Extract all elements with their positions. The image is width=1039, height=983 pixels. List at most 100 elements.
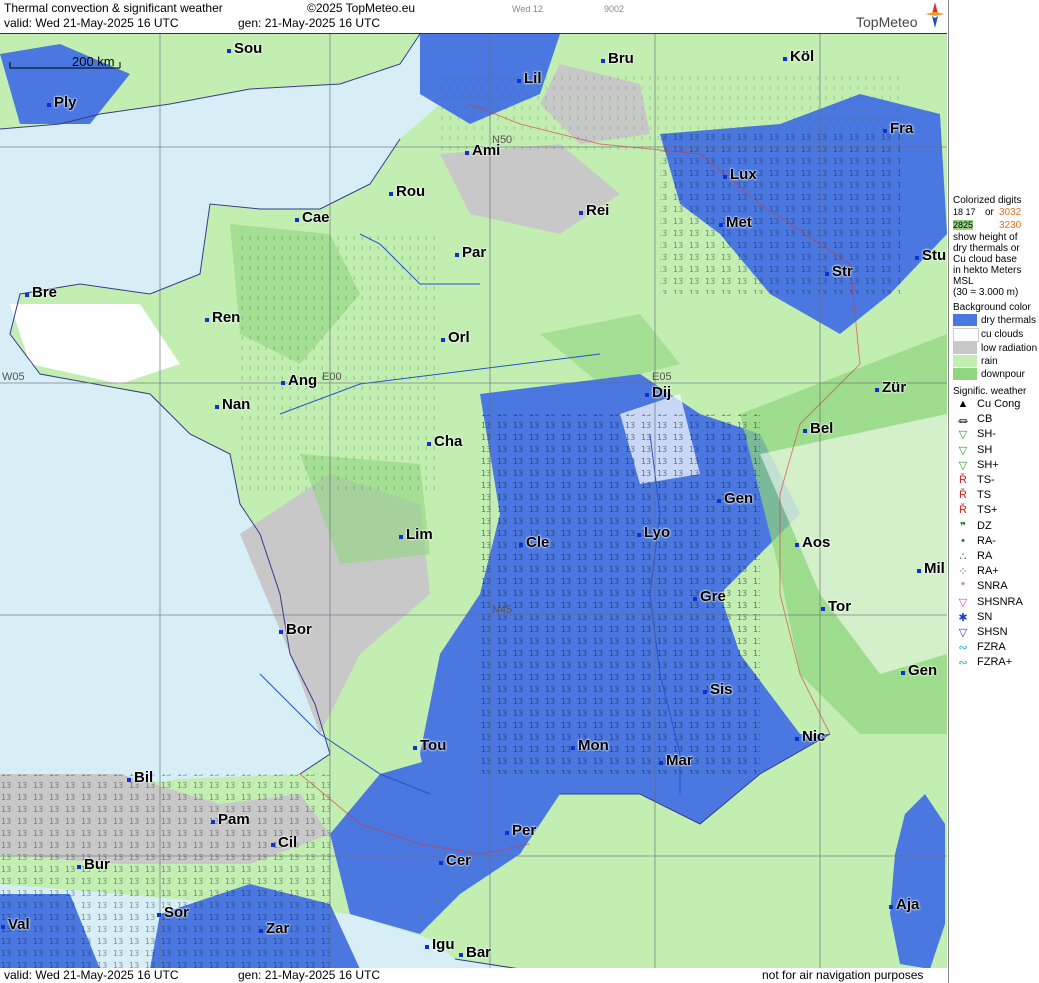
city-label: Bil — [126, 769, 154, 786]
swatch-low-radiation — [953, 342, 977, 354]
legend-explanation-2: dry thermals or — [953, 243, 1020, 254]
disclaimer: not for air navigation purposes — [762, 968, 924, 982]
footer-valid-time: valid: Wed 21-May-2025 16 UTC — [4, 968, 179, 982]
city-label: Cil — [270, 834, 298, 851]
weather-symbol-icon: ▽ — [958, 444, 968, 457]
weather-symbol-icon: ▽ — [958, 596, 968, 609]
city-label: Cle — [518, 534, 550, 551]
city-label: Aja — [888, 896, 920, 913]
weather-symbol-label: FZRA+ — [977, 656, 1013, 669]
weather-symbol-label: TS- — [977, 474, 995, 486]
legend-or: or — [985, 207, 994, 218]
city-label: Bor — [279, 621, 312, 638]
city-label: Val — [1, 916, 30, 933]
legend-colorized-title: Colorized digits — [953, 195, 1022, 206]
weather-symbol-icon: Ř — [959, 489, 967, 502]
city-label: Gre — [693, 588, 726, 605]
city-label: Str — [825, 263, 853, 280]
run-label: Wed 12 — [512, 4, 543, 14]
grid-label-w05: W05 — [2, 371, 25, 383]
city-label: Igu — [425, 936, 455, 953]
city-label: Bel — [802, 420, 834, 437]
city-label: Rou — [388, 183, 426, 200]
weather-symbol-label: SHSNRA — [977, 595, 1023, 608]
weather-symbol-icon: ∾ — [958, 657, 968, 670]
weather-symbol-label: SH+ — [977, 458, 999, 471]
city-label: Bre — [24, 284, 58, 301]
city-label: Cer — [438, 852, 472, 869]
legend-explanation-3: Cu cloud base — [953, 254, 1017, 265]
weather-symbol-label: RA — [977, 550, 993, 562]
legend-weather-title: Signific. weather — [953, 386, 1027, 397]
weather-symbol-label: SNRA — [977, 580, 1008, 593]
city-label: Lim — [399, 526, 433, 543]
legend-panel: Colorized digits 18 17 or 3032 2825 3230… — [948, 0, 1039, 983]
city-label: Nic — [794, 728, 826, 745]
city-label: Tou — [412, 737, 447, 754]
weather-symbol-label: SHSN — [977, 626, 1008, 638]
weather-symbol-label: TS+ — [977, 504, 998, 517]
weather-symbol-icon: Ř — [959, 504, 967, 517]
weather-symbol-icon: ▲ — [957, 398, 969, 410]
swatch-label: low radiation — [981, 343, 1038, 354]
city-label: Zür — [874, 379, 907, 396]
city-label: Bar — [458, 944, 492, 961]
city-label: Lil — [517, 70, 542, 87]
weather-symbol-label: Cu Cong — [977, 398, 1021, 410]
grid-label-e00: E00 — [322, 371, 342, 383]
city-label: Zar — [258, 920, 290, 937]
weather-symbol-icon: ⏛ — [957, 416, 969, 429]
swatch-label: cu clouds — [981, 329, 1024, 340]
city-label: Cae — [295, 209, 330, 226]
weather-symbol-label: SH- — [977, 428, 996, 441]
city-label: Ply — [47, 94, 77, 111]
city-label: Rei — [578, 202, 610, 219]
map-graphic: ⁾ 13 — [0, 34, 947, 969]
weather-symbol-icon: • — [961, 534, 965, 547]
map-title: Thermal convection & significant weather — [4, 1, 223, 15]
city-label: Nan — [214, 396, 251, 413]
run-code: 9002 — [604, 4, 625, 14]
weather-symbol-label: SH — [977, 443, 993, 456]
weather-symbol-label: DZ — [977, 519, 992, 532]
copyright: ©2025 TopMeteo.eu — [307, 1, 416, 15]
swatch-label: dry thermals — [981, 315, 1037, 326]
weather-symbol-icon: ⁘ — [958, 566, 968, 579]
city-label: Cha — [426, 433, 463, 450]
legend-sample-digits-b: 3032 — [999, 207, 1022, 218]
weather-symbol-icon: ∴ — [959, 551, 967, 563]
grid-label-n45: N45 — [492, 604, 513, 616]
city-label: Gen — [900, 662, 938, 679]
weather-symbol-icon: ∾ — [958, 642, 968, 655]
city-label: Aos — [794, 534, 831, 551]
city-label: Mon — [571, 737, 609, 754]
city-label: Sor — [156, 904, 190, 921]
legend-explanation-4: in hekto Meters — [953, 265, 1022, 276]
swatch-label: rain — [981, 356, 998, 367]
city-label: Stu — [914, 247, 947, 264]
topmeteo-logo-text: TopMeteo — [856, 14, 918, 30]
city-label: Gen — [716, 490, 754, 507]
legend-sample-digits-a: 18 17 — [953, 207, 976, 217]
grid-label-e05: E05 — [652, 371, 672, 383]
map-footer: valid: Wed 21-May-2025 16 UTC gen: 21-Ma… — [0, 968, 947, 983]
legend-explanation-6: (30 = 3.000 m) — [953, 287, 1019, 298]
city-label: Met — [719, 214, 752, 231]
weather-symbol-label: RA- — [977, 534, 996, 547]
valid-time: valid: Wed 21-May-2025 16 UTC — [4, 16, 179, 30]
legend-explanation-1: show height of — [953, 232, 1018, 243]
city-label: Sou — [226, 40, 263, 57]
city-label: Bru — [601, 50, 634, 67]
legend-explanation-5: MSL — [953, 276, 974, 287]
footer-generated-time: gen: 21-May-2025 16 UTC — [238, 968, 381, 982]
city-label: Mar — [659, 752, 693, 769]
weather-symbol-icon: * — [960, 580, 966, 593]
map-header: Thermal convection & significant weather… — [0, 0, 947, 33]
city-label: Per — [504, 822, 537, 839]
city-label: Ami — [464, 142, 501, 159]
weather-symbol-icon: ▽ — [958, 627, 968, 639]
city-label: Bur — [77, 856, 110, 873]
weather-symbol-label: TS — [977, 489, 992, 502]
city-label: Fra — [882, 120, 914, 137]
weather-symbol-label: FZRA — [977, 641, 1006, 654]
